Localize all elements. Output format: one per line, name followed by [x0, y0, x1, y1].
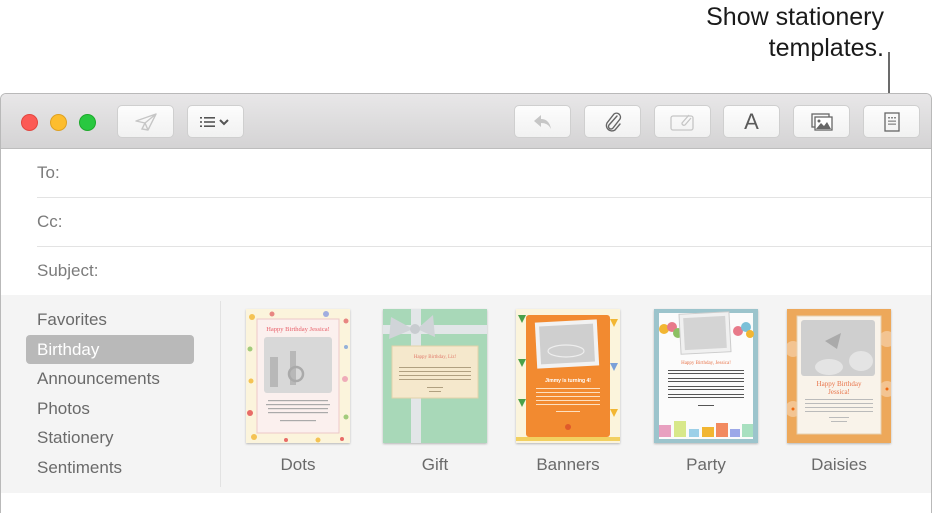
subject-field-row[interactable]: Subject:: [37, 247, 931, 296]
template-party[interactable]: Happy Birthday, Jessica! Party: [654, 309, 758, 475]
template-label: Daisies: [811, 455, 867, 474]
template-label: Gift: [421, 455, 449, 474]
template-thumbnail: Happy Birthday, Jessica!: [654, 309, 758, 443]
gift-preview: Happy Birthday, Liz!: [383, 309, 487, 443]
subject-label: Subject:: [37, 261, 99, 280]
category-divider: [220, 301, 221, 487]
svg-text:Happy Birthday: Happy Birthday: [817, 380, 862, 388]
stationery-button[interactable]: [863, 105, 920, 138]
attach-button[interactable]: [584, 105, 641, 138]
photos-icon: [810, 112, 833, 131]
template-thumbnail: Jimmy is turning 4!: [516, 309, 620, 443]
cc-field-row[interactable]: Cc:: [37, 198, 931, 247]
category-photos[interactable]: Photos: [1, 394, 219, 424]
to-field-row[interactable]: To:: [37, 149, 931, 198]
template-dots[interactable]: Happy Birthday Jessica! Dots: [246, 309, 350, 475]
paperclip-icon: [605, 111, 621, 132]
svg-text:Happy Birthday, Liz!: Happy Birthday, Liz!: [414, 355, 457, 360]
photo-browser-button[interactable]: [793, 105, 850, 138]
stationery-pane: Favorites Birthday Announcements Photos …: [1, 295, 931, 493]
category-birthday[interactable]: Birthday: [1, 334, 219, 365]
to-label: To:: [37, 163, 60, 182]
template-thumbnail: Happy Birthday Jessica!: [246, 309, 350, 443]
compose-window: A To: Cc: Subject: Favorites Birthday An…: [0, 93, 932, 513]
format-button[interactable]: A: [723, 105, 780, 138]
svg-text:Jessica!: Jessica!: [828, 388, 850, 396]
toolbar: A: [1, 94, 931, 149]
send-button[interactable]: [117, 105, 174, 138]
reply-button[interactable]: [514, 105, 571, 138]
template-label: Party: [686, 455, 726, 474]
reply-arrow-icon: [533, 114, 551, 129]
template-gift[interactable]: Happy Birthday, Liz! Gift: [383, 309, 487, 475]
dots-preview: Happy Birthday Jessica!: [247, 311, 349, 443]
minimize-button[interactable]: [50, 114, 67, 131]
category-sentiments[interactable]: Sentiments: [1, 453, 219, 483]
cc-label: Cc:: [37, 212, 63, 231]
category-announcements[interactable]: Announcements: [1, 364, 219, 394]
template-label: Dots: [280, 455, 316, 474]
font-icon: A: [744, 108, 759, 134]
category-favorites[interactable]: Favorites: [1, 305, 219, 335]
stationery-icon: [883, 111, 900, 132]
template-label: Banners: [536, 455, 600, 474]
message-body[interactable]: [1, 493, 931, 513]
party-preview: Happy Birthday, Jessica!: [659, 311, 754, 439]
callout-line-2: templates.: [768, 34, 884, 62]
paper-plane-icon: [134, 112, 157, 131]
template-daisies[interactable]: Happy Birthday Jessica! Daisies: [787, 309, 891, 475]
daisies-preview: Happy Birthday Jessica!: [787, 315, 891, 435]
header-fields-button[interactable]: [187, 105, 244, 138]
svg-text:Happy Birthday Jessica!: Happy Birthday Jessica!: [266, 326, 330, 333]
markup-button[interactable]: [654, 105, 711, 138]
list-chevron-icon: [199, 116, 229, 127]
callout-annotation: Show stationery templates.: [706, 2, 884, 64]
stationery-category-list: Favorites Birthday Announcements Photos …: [1, 305, 219, 482]
banners-preview: Jimmy is turning 4!: [516, 315, 620, 441]
attachment-markup-icon: [669, 114, 694, 131]
callout-line-1: Show stationery: [706, 3, 884, 31]
svg-text:Jimmy is turning 4!: Jimmy is turning 4!: [545, 378, 591, 384]
zoom-button[interactable]: [79, 114, 96, 131]
svg-text:Happy Birthday, Jessica!: Happy Birthday, Jessica!: [681, 361, 731, 366]
template-banners[interactable]: Jimmy is turning 4! Banners: [516, 309, 620, 475]
close-button[interactable]: [21, 114, 38, 131]
template-thumbnail: Happy Birthday Jessica!: [787, 309, 891, 443]
category-stationery[interactable]: Stationery: [1, 423, 219, 453]
template-thumbnail: Happy Birthday, Liz!: [383, 309, 487, 443]
